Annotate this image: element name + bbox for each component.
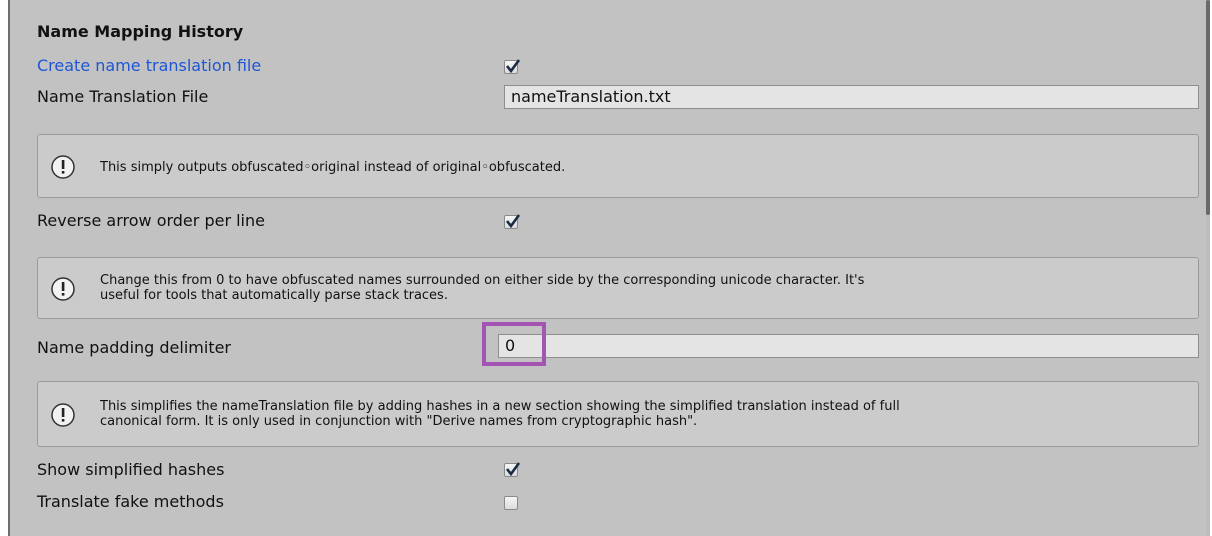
show-hashes-label: Show simplified hashes [37,460,225,479]
arrow-help-box: This simply outputs obfuscated◦original … [37,134,1199,198]
translate-fake-label: Translate fake methods [37,492,224,511]
reverse-arrow-label: Reverse arrow order per line [37,211,265,230]
section-title: Name Mapping History [37,22,244,41]
reverse-arrow-checkbox[interactable] [504,214,521,229]
show-hashes-checkbox[interactable] [504,462,521,477]
padding-delimiter-label: Name padding delimiter [37,338,232,357]
arrow-help-text: This simply outputs obfuscated◦original … [100,160,566,175]
translate-fake-checkbox[interactable] [504,496,518,510]
highlight-box [482,322,546,366]
hashes-help-text: This simplifies the nameTranslation file… [100,399,900,429]
checkmark-icon [505,214,521,229]
checkmark-icon [505,462,521,477]
translation-file-input[interactable]: nameTranslation.txt [504,85,1199,109]
padding-help-text: Change this from 0 to have obfuscated na… [100,273,865,303]
hashes-help-box: This simplifies the nameTranslation file… [37,381,1199,447]
translation-file-label: Name Translation File [37,87,209,106]
padding-help-box: Change this from 0 to have obfuscated na… [37,257,1199,319]
padding-delimiter-input[interactable]: 0 [498,334,1199,358]
create-translation-label[interactable]: Create name translation file [37,56,261,75]
checkmark-icon [505,59,521,74]
create-translation-checkbox[interactable] [504,59,521,74]
info-icon [51,277,75,301]
info-icon [51,155,75,179]
scrollbar-thumb[interactable] [1206,0,1210,215]
info-icon [51,403,75,427]
